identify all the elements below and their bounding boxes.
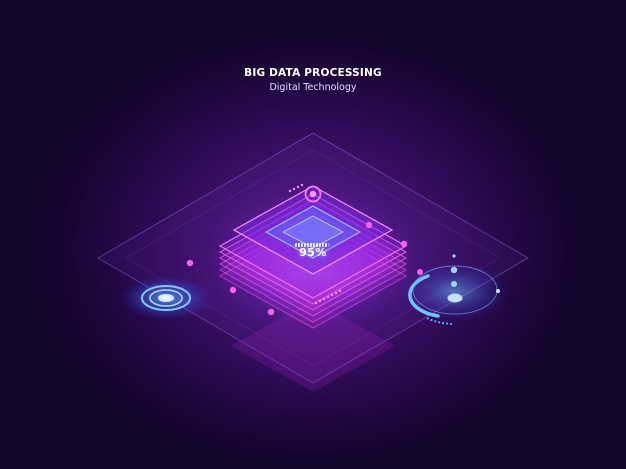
page-title: BIG DATA PROCESSING xyxy=(244,67,382,79)
isometric-illustration: BIG DATA PROCESSING Digital Technology 9… xyxy=(0,0,626,469)
target-node-dot xyxy=(309,190,317,198)
node xyxy=(229,286,237,294)
node xyxy=(400,240,408,248)
node xyxy=(267,308,275,316)
page-subtitle: Digital Technology xyxy=(269,82,357,93)
progress-percent-label: 95% xyxy=(299,246,327,259)
node xyxy=(365,221,373,229)
node xyxy=(186,259,194,267)
